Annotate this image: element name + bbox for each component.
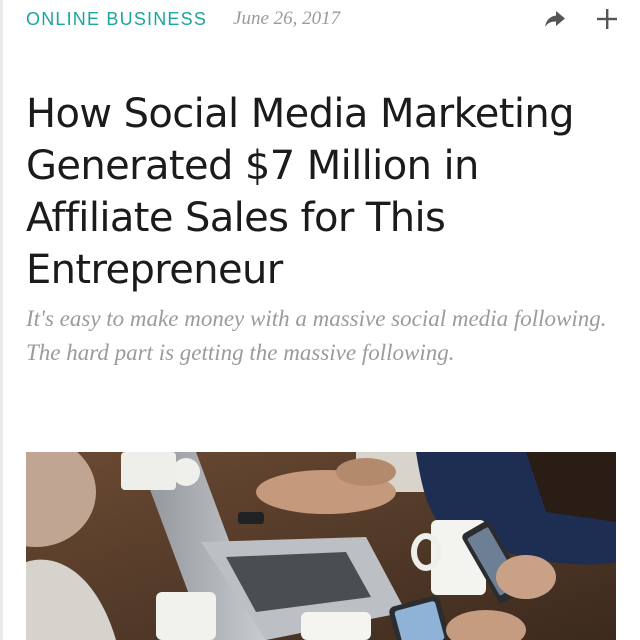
plus-icon bbox=[597, 9, 617, 29]
article-card: ONLINE BUSINESS June 26, 2017 How Social… bbox=[0, 0, 640, 640]
article-actions bbox=[540, 4, 622, 34]
card-edge bbox=[0, 0, 3, 640]
article-subtitle: It's easy to make money with a massive s… bbox=[26, 306, 607, 365]
add-button[interactable] bbox=[592, 4, 622, 34]
category-link[interactable]: ONLINE BUSINESS bbox=[26, 9, 207, 30]
hero-image[interactable] bbox=[26, 452, 616, 640]
hero-photo-illustration bbox=[26, 452, 616, 640]
share-arrow-icon bbox=[545, 11, 565, 27]
publish-date: June 26, 2017 bbox=[233, 8, 341, 29]
share-button[interactable] bbox=[540, 4, 570, 34]
mug-front-left bbox=[156, 592, 216, 640]
article-meta: ONLINE BUSINESS June 26, 2017 bbox=[26, 6, 340, 32]
mug-back bbox=[121, 452, 176, 490]
mug-front-center bbox=[301, 612, 371, 640]
article-title[interactable]: How Social Media Marketing Generated $7 … bbox=[26, 88, 616, 296]
phone-on-table bbox=[238, 512, 264, 524]
hand-holding-phone bbox=[496, 555, 556, 599]
